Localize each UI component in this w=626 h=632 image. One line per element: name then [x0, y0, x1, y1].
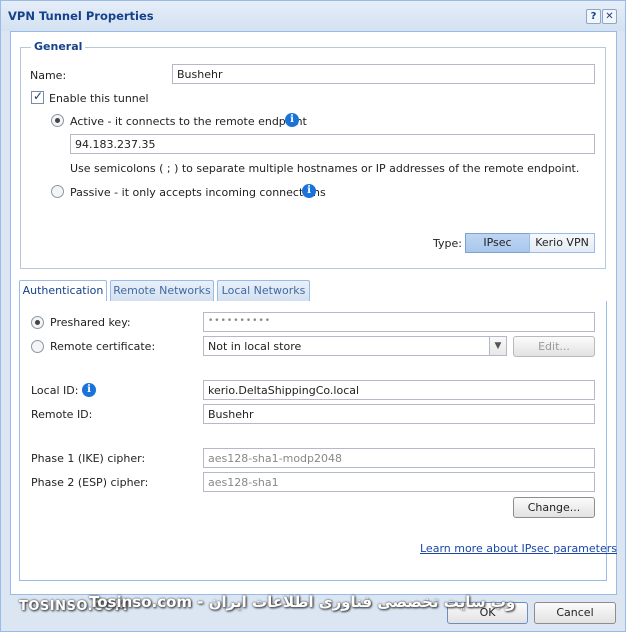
dialog-title: VPN Tunnel Properties [8, 9, 154, 23]
tab-local-networks[interactable]: Local Networks [217, 280, 310, 302]
vpn-tunnel-properties-dialog: VPN Tunnel Properties ? ✕ General Name: … [0, 0, 626, 632]
info-icon[interactable]: i [82, 383, 96, 397]
dialog-body: General Name: Bushehr ✓ Enable this tunn… [10, 31, 617, 595]
endpoint-hint: Use semicolons ( ; ) to separate multipl… [70, 162, 580, 175]
learn-more-ipsec-link[interactable]: Learn more about IPsec parameters [420, 542, 617, 555]
preshared-key-label: Preshared key: [50, 316, 131, 329]
tab-remote-networks[interactable]: Remote Networks [110, 280, 214, 302]
active-label: Active - it connects to the remote endpo… [70, 115, 307, 128]
remote-certificate-label: Remote certificate: [50, 340, 156, 353]
help-icon[interactable]: ? [586, 9, 601, 24]
info-icon[interactable]: i [285, 113, 299, 127]
local-id-input[interactable]: kerio.DeltaShippingCo.local [203, 380, 595, 400]
remote-endpoint-input[interactable]: 94.183.237.35 [70, 134, 595, 154]
name-input[interactable]: Bushehr [172, 64, 595, 84]
checkmark-icon: ✓ [33, 89, 44, 103]
watermark-right: وب سایت تخصصی فناوری اطلاعات ایران - Tos… [89, 593, 516, 611]
preshared-key-radio[interactable] [31, 316, 44, 329]
type-kerio-vpn-toggle[interactable]: Kerio VPN [529, 233, 595, 253]
remote-id-label: Remote ID: [31, 408, 93, 421]
close-icon[interactable]: ✕ [602, 9, 617, 24]
remote-certificate-radio[interactable] [31, 340, 44, 353]
phase2-cipher-input[interactable]: aes128-sha1 [203, 472, 595, 492]
title-bar[interactable]: VPN Tunnel Properties ? ✕ [1, 1, 625, 31]
phase2-cipher-label: Phase 2 (ESP) cipher: [31, 476, 149, 489]
type-ipsec-toggle[interactable]: IPsec [465, 233, 530, 253]
general-fieldset: General Name: Bushehr ✓ Enable this tunn… [20, 40, 606, 269]
phase1-cipher-input[interactable]: aes128-sha1-modp2048 [203, 448, 595, 468]
tab-strip: Authentication Remote Networks Local Net… [19, 280, 607, 303]
passive-radio[interactable] [51, 185, 64, 198]
local-id-label: Local ID: [31, 384, 79, 397]
info-icon[interactable]: i [302, 184, 316, 198]
active-radio[interactable] [51, 114, 64, 127]
enable-tunnel-checkbox[interactable]: ✓ [31, 89, 44, 104]
passive-label: Passive - it only accepts incoming conne… [70, 186, 326, 199]
enable-tunnel-label: Enable this tunnel [49, 92, 149, 105]
type-label: Type: [433, 237, 462, 250]
preshared-key-input[interactable]: •••••••••• [203, 312, 595, 332]
remote-id-input[interactable]: Bushehr [203, 404, 595, 424]
phase1-cipher-label: Phase 1 (IKE) cipher: [31, 452, 146, 465]
general-legend: General [31, 40, 86, 53]
change-cipher-button[interactable]: Change... [513, 497, 595, 518]
name-label: Name: [30, 69, 67, 82]
remote-certificate-select[interactable]: Not in local store [203, 336, 491, 356]
cancel-button[interactable]: Cancel [534, 602, 616, 624]
tab-authentication[interactable]: Authentication [19, 280, 107, 303]
authentication-panel: Preshared key: •••••••••• Remote certifi… [19, 301, 617, 581]
chevron-down-icon[interactable]: ▼ [489, 336, 507, 356]
edit-button[interactable]: Edit... [513, 336, 595, 357]
